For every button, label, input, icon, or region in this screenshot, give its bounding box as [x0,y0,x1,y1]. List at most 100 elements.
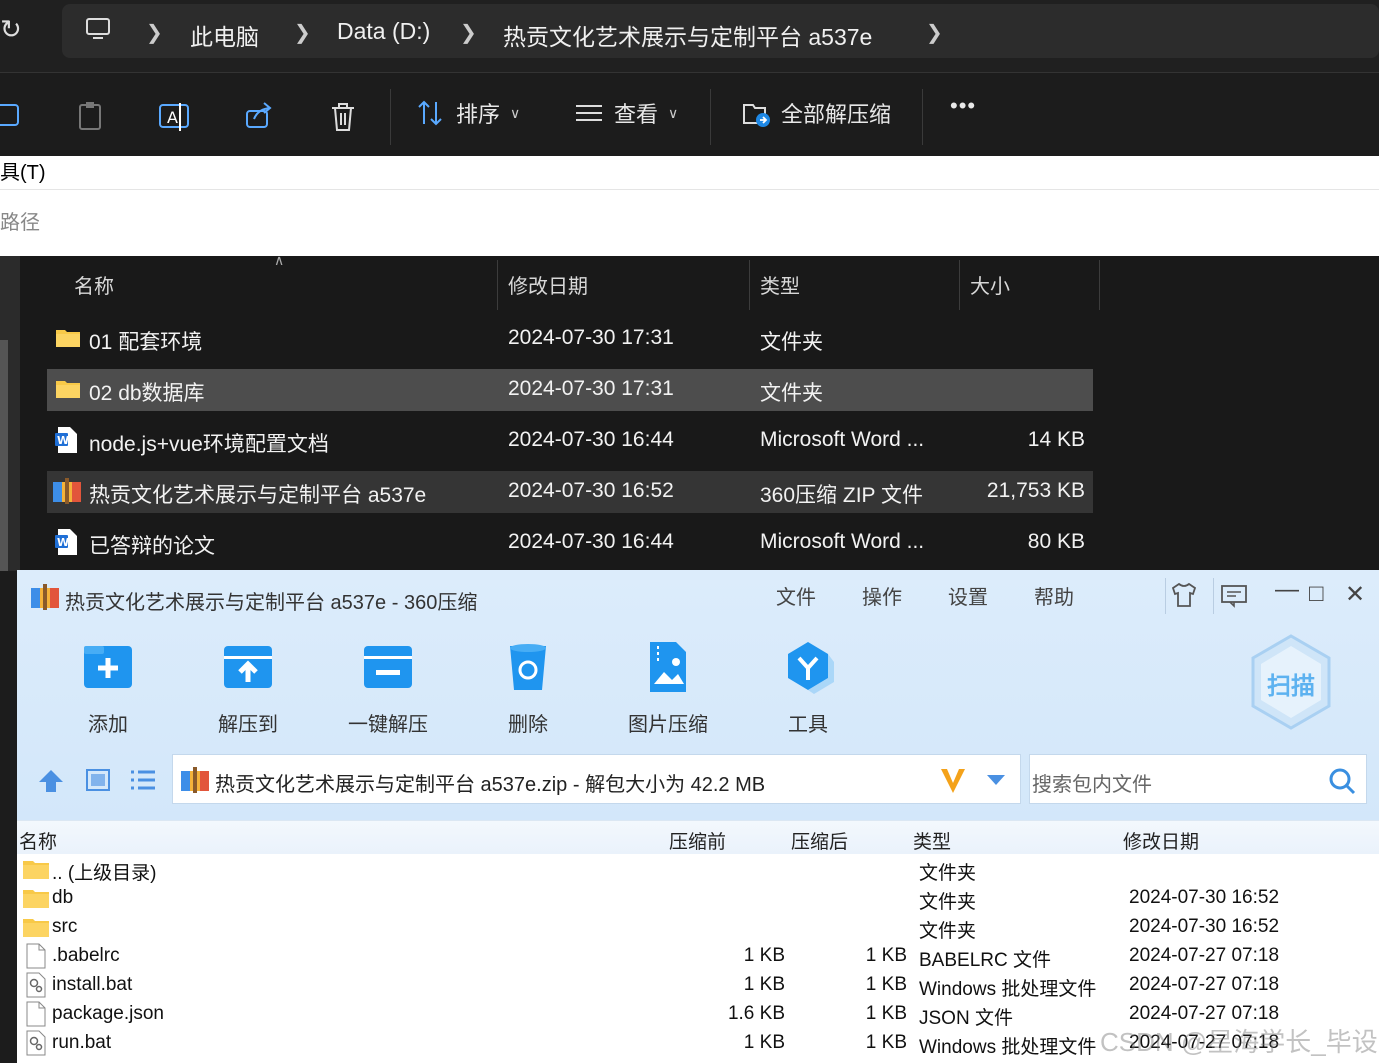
zip-window-header: 热贡文化艺术展示与定制平台 a537e - 360压缩 文件 操作 设置 帮助 … [17,570,1379,820]
one-click-extract-icon [364,646,412,688]
chevron-right-icon[interactable]: ❯ [926,20,943,45]
more-options-button[interactable]: ••• [950,93,976,119]
computer-icon[interactable] [84,16,112,44]
entry-size-after: 1 KB [865,1003,907,1024]
file-row[interactable]: 热贡文化艺术展示与定制平台 a537e 2024-07-30 16:52 360… [47,471,1093,513]
file-row[interactable]: W node.js+vue环境配置文档 2024-07-30 16:44 Mic… [47,420,1093,462]
column-divider[interactable] [1099,260,1100,310]
view-list-icon [576,105,602,121]
extract-to-icon [224,646,272,688]
file-row[interactable]: 02 db数据库 2024-07-30 17:31 文件夹 [47,369,1093,411]
tools-button[interactable]: 工具 [758,640,858,737]
watermark: CSDN @星海学长_毕设 [1100,1027,1378,1057]
breadcrumb-item-folder[interactable]: 热贡文化艺术展示与定制平台 a537e [503,18,872,52]
minimize-icon[interactable]: — [1275,576,1299,604]
delete-button[interactable]: 删除 [478,640,578,737]
file-row[interactable]: 01 配套环境 2024-07-30 17:31 文件夹 [47,318,1093,360]
tools-menu-label[interactable]: 具(T) [0,162,46,184]
delete-icon[interactable] [328,101,358,133]
rename-icon[interactable]: A [158,101,192,133]
feedback-icon[interactable] [1220,584,1248,608]
column-divider[interactable] [749,260,750,310]
classic-menu-fragment[interactable]: 具(T) [0,156,1379,190]
skin-icon[interactable] [1170,582,1198,608]
column-header-type[interactable]: 类型 [913,827,951,854]
one-click-extract-button[interactable]: 一键解压 [338,640,438,737]
one-click-extract-label: 一键解压 [348,714,428,736]
file-row[interactable]: W 已答辩的论文 2024-07-30 16:44 Microsoft Word… [47,522,1093,564]
navigation-pane-scrollbar[interactable] [0,340,8,571]
archive-list-header: 名称 压缩前 压缩后 类型 修改日期 [17,820,1379,854]
scan-button[interactable]: 扫描 [1249,634,1333,730]
recycle-bin-icon [510,644,546,690]
archive-path-text: 热贡文化艺术展示与定制平台 a537e.zip - 解包大小为 42.2 MB [215,774,766,796]
archive-search-input[interactable]: 搜索包内文件 [1029,754,1367,804]
column-header-size[interactable]: 大小 [970,270,1010,299]
archive-path-bar[interactable]: 热贡文化艺术展示与定制平台 a537e.zip - 解包大小为 42.2 MB [172,754,1021,804]
archive-row[interactable]: db 文件夹 2024-07-30 16:52 [17,884,1379,913]
explorer-command-bar: A 排序 ∨ 查看 ∨ 全部解压缩 ••• [0,72,1379,156]
entry-size-after: 1 KB [865,1032,907,1053]
sort-button[interactable]: 排序 ∨ [416,97,520,129]
column-divider[interactable] [497,260,498,310]
file-size: 21,753 KB [986,479,1085,502]
column-header-modified[interactable]: 修改日期 [1123,827,1199,854]
archive-row[interactable]: src 文件夹 2024-07-30 16:52 [17,913,1379,942]
archive-row[interactable]: .. (上级目录) 文件夹 [17,855,1379,884]
menu-help[interactable]: 帮助 [1034,581,1074,610]
dropdown-arrow-icon[interactable] [985,773,1007,787]
column-header-name[interactable]: 名称 [74,270,114,299]
column-header-before[interactable]: 压缩前 [669,827,726,854]
column-header-name[interactable]: 名称 [19,827,57,854]
zip-app-icon [31,584,59,610]
add-button[interactable]: 添加 [58,640,158,737]
breadcrumb-item-drive[interactable]: Data (D:) [337,18,430,45]
entry-type: Windows 批处理文件 [919,979,1097,1000]
file-type: Microsoft Word ... [760,428,925,451]
breadcrumb[interactable]: ❯ 此电脑 ❯ Data (D:) ❯ 热贡文化艺术展示与定制平台 a537e … [62,4,1379,58]
maximize-icon[interactable]: □ [1309,580,1324,608]
v-logo-icon[interactable] [939,765,967,795]
extract-all-label: 全部解压缩 [781,102,892,127]
paste-icon[interactable] [76,101,106,133]
entry-type: 文件夹 [919,921,977,942]
entry-size-before: 1 KB [743,974,785,995]
column-header-after[interactable]: 压缩后 [791,827,848,854]
zip-archive-icon [181,767,209,793]
list-view-icon[interactable] [129,768,157,792]
archive-row[interactable]: install.bat 1 KB 1 KB Windows 批处理文件 2024… [17,971,1379,1000]
zip-archive-icon [53,478,81,504]
view-button[interactable]: 查看 ∨ [574,97,678,129]
image-compress-icon [650,642,686,692]
batch-file-icon [26,1030,46,1056]
column-header-type[interactable]: 类型 [760,270,800,299]
thumbnail-view-icon[interactable] [85,768,111,792]
archive-row[interactable]: .babelrc 1 KB 1 KB BABELRC 文件 2024-07-27… [17,942,1379,971]
path-label: 路径 [0,212,40,234]
menu-settings[interactable]: 设置 [948,581,988,610]
file-icon [26,1001,46,1027]
copy-icon[interactable] [0,101,22,129]
search-icon[interactable] [1328,767,1356,795]
entry-modified: 2024-07-30 16:52 [1129,887,1280,908]
scan-label: 扫描 [1267,673,1315,700]
explorer-address-bar: ↻ ❯ 此电脑 ❯ Data (D:) ❯ 热贡文化艺术展示与定制平台 a537… [0,0,1379,72]
column-header-modified[interactable]: 修改日期 [508,270,588,299]
extract-to-button[interactable]: 解压到 [198,640,298,737]
column-divider[interactable] [959,260,960,310]
menu-operation[interactable]: 操作 [862,581,902,610]
word-doc-icon: W [55,427,77,453]
up-level-icon[interactable] [37,768,65,794]
breadcrumb-item-this-pc[interactable]: 此电脑 [190,18,259,52]
refresh-icon[interactable]: ↻ [0,14,22,45]
menu-file[interactable]: 文件 [776,581,816,610]
file-size: 14 KB [1027,428,1085,451]
share-icon[interactable] [244,101,274,131]
word-doc-icon: W [55,529,77,555]
image-compress-button[interactable]: 图片压缩 [618,640,718,737]
search-placeholder: 搜索包内文件 [1032,774,1152,796]
add-label: 添加 [88,714,128,736]
toolbar-divider [922,89,923,145]
extract-all-button[interactable]: 全部解压缩 [741,97,891,129]
close-icon[interactable]: ✕ [1345,580,1365,609]
